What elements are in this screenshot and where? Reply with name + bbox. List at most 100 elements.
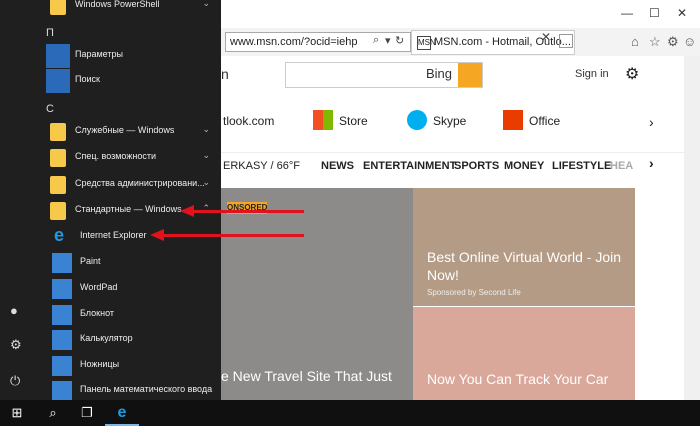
section-letter[interactable]: П [46, 27, 54, 39]
weather-link[interactable]: ERKASY / 66°F [223, 160, 300, 172]
task-view-icon[interactable]: ❐ [70, 400, 104, 426]
quick-links: tlook.com Store Skype Office › [221, 104, 684, 140]
quick-link-skype[interactable]: Skype [433, 114, 466, 128]
nav-news[interactable]: NEWS [321, 160, 354, 172]
home-icon[interactable]: ⌂ [631, 34, 639, 49]
quick-link-outlook[interactable]: tlook.com [223, 114, 274, 128]
start-rail: ● ⚙ ⏻ [0, 0, 36, 400]
office-icon [503, 110, 523, 130]
smiley-icon[interactable]: ☺ [683, 34, 696, 49]
quick-link-store[interactable]: Store [339, 114, 368, 128]
app-label: Windows PowerShell [75, 0, 160, 9]
new-tab-button[interactable] [559, 34, 573, 48]
paint-icon [52, 253, 72, 273]
app-label: Internet Explorer [80, 230, 147, 240]
search-button[interactable] [458, 63, 482, 87]
annotation-arrow [162, 234, 304, 237]
section-letter[interactable]: С [46, 103, 54, 115]
nav-entertainment[interactable]: ENTERTAINMENT [363, 160, 456, 172]
quick-link-office[interactable]: Office [529, 114, 560, 128]
power-icon[interactable]: ⏻ [10, 373, 20, 389]
category-nav: ERKASY / 66°F NEWS ENTERTAINMENT SPORTS … [221, 152, 684, 179]
gear-icon [46, 44, 70, 68]
msn-favicon-icon: MSN [417, 36, 436, 50]
app-label: Средства администрировани... [75, 178, 205, 188]
folder-icon [50, 202, 66, 220]
app-calculator[interactable]: Калькулятор [52, 328, 222, 352]
story-title: Now You Can Track Your Car [427, 371, 609, 387]
arrowhead-icon [150, 229, 164, 241]
internet-explorer-icon: e [54, 225, 65, 245]
maximize-icon[interactable]: ☐ [649, 6, 660, 20]
sponsor-label: Sponsored by Second Life [427, 288, 521, 297]
folder-accessibility[interactable]: Спец. возможности ⌄ [46, 146, 216, 170]
sign-in-link[interactable]: Sign in [575, 68, 609, 80]
chevron-right-icon[interactable]: › [649, 114, 654, 130]
app-label: Калькулятор [80, 333, 133, 343]
app-label: Служебные — Windows [75, 125, 175, 135]
nav-lifestyle[interactable]: LIFESTYLE [552, 160, 611, 172]
minimize-icon[interactable]: — [621, 6, 633, 20]
app-settings[interactable]: Параметры [46, 44, 216, 68]
app-paint[interactable]: Paint [52, 251, 222, 275]
app-label: Стандартные — Windows [75, 204, 182, 214]
gear-icon[interactable]: ⚙ [625, 64, 639, 84]
msn-search-box[interactable]: Bing [285, 62, 483, 88]
arrowhead-icon [180, 205, 194, 217]
nav-money[interactable]: MONEY [504, 160, 544, 172]
app-snipping-tool[interactable]: Ножницы [52, 354, 222, 378]
app-powershell[interactable]: Windows PowerShell ⌄ [46, 0, 216, 18]
scissors-icon [52, 356, 72, 376]
store-icon [313, 110, 333, 130]
taskbar: ⊞ ⌕ ❐ e [0, 400, 700, 426]
chevron-down-icon: ⌄ [202, 124, 210, 134]
favorites-star-icon[interactable]: ☆ [649, 34, 661, 50]
dropdown-icon[interactable]: ▾ [385, 34, 391, 47]
nav-health[interactable]: HEA [610, 160, 633, 172]
search-icon[interactable]: ⌕ [373, 34, 379, 47]
math-input-icon [52, 381, 72, 401]
folder-admin-tools[interactable]: Средства администрировани... ⌄ [46, 173, 216, 197]
app-label: Поиск [75, 74, 100, 84]
address-bar[interactable]: www.msn.com/?ocid=iehp [225, 32, 411, 52]
app-notepad[interactable]: Блокнот [52, 303, 222, 327]
notepad-icon [52, 305, 72, 325]
app-wordpad[interactable]: WordPad [52, 277, 222, 301]
chevron-down-icon: ⌄ [202, 177, 210, 187]
hero-story[interactable]: ONSORED e New Travel Site That Just [221, 188, 413, 400]
user-icon[interactable]: ● [10, 303, 18, 318]
story-card[interactable]: Now You Can Track Your Car [413, 307, 635, 400]
folder-windows-accessories[interactable]: Служебные — Windows ⌄ [46, 120, 216, 144]
windows-start-icon[interactable]: ⊞ [0, 400, 34, 426]
tab-close-icon[interactable]: ✕ [541, 30, 551, 44]
app-label: Параметры [75, 49, 123, 59]
app-label: Панель математического ввода [80, 384, 213, 394]
app-search[interactable]: Поиск [46, 69, 216, 93]
search-icon [46, 69, 70, 93]
carousel-scroll[interactable] [684, 56, 700, 400]
story-card[interactable]: Best Online Virtual World - Join Now! Sp… [413, 188, 635, 306]
nav-sports[interactable]: SPORTS [454, 160, 499, 172]
settings-gear-icon[interactable]: ⚙ [667, 34, 679, 50]
chevron-right-icon[interactable]: › [649, 155, 654, 171]
refresh-icon[interactable]: ↻ [395, 34, 404, 47]
title-bar: — ☐ ✕ [221, 0, 700, 28]
annotation-arrow [192, 210, 304, 213]
folder-icon [50, 149, 66, 167]
address-row: www.msn.com/?ocid=iehp ⌕ ▾ ↻ MSN MSN.com… [221, 28, 700, 57]
search-icon[interactable]: ⌕ [36, 400, 70, 426]
close-icon[interactable]: ✕ [677, 6, 687, 20]
folder-icon [50, 176, 66, 194]
internet-explorer-icon[interactable]: e [105, 400, 139, 426]
app-label: WordPad [80, 282, 118, 292]
hero-caption: e New Travel Site That Just [221, 368, 392, 384]
calculator-icon [52, 330, 72, 350]
msn-logo[interactable]: n [221, 66, 229, 82]
folder-icon [50, 123, 66, 141]
start-menu: ● ⚙ ⏻ Windows PowerShell ⌄ П Параметры П… [0, 0, 222, 401]
app-label: Блокнот [80, 308, 115, 318]
app-internet-explorer[interactable]: e Internet Explorer [52, 225, 222, 249]
settings-icon[interactable]: ⚙ [10, 337, 22, 353]
browser-window: — ☐ ✕ www.msn.com/?ocid=iehp ⌕ ▾ ↻ MSN M… [221, 0, 700, 400]
skype-icon [407, 110, 427, 130]
